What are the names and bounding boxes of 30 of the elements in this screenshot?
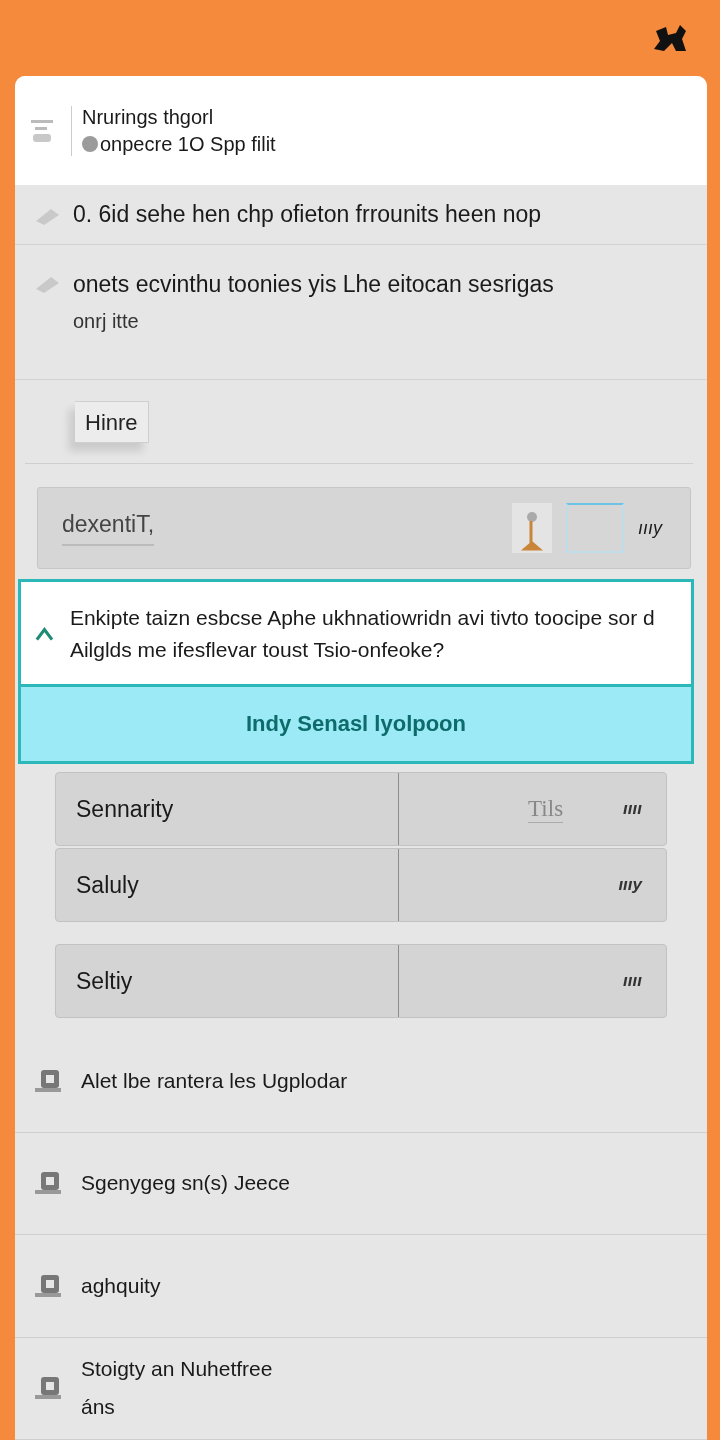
list-item-text[interactable]: Stoigty an Nuhetfree	[81, 1357, 273, 1382]
lamp-icon[interactable]	[512, 503, 552, 553]
list-item-icon	[35, 1272, 63, 1299]
alert-message: Enkipte taizn esbcse Aphe ukhnatiowridn avi tivto toocipe sor d Ailglds me ifesflevar toust Tsio-onfeoke?	[69, 605, 656, 663]
header-subtitle: onpecre 1O Spp filit	[100, 132, 276, 156]
row-reading: ıııı	[623, 799, 642, 819]
search-reading: ıııy	[638, 517, 662, 539]
header-title: Nrurings thgorl	[82, 105, 215, 129]
list-item-text[interactable]: Sgenygeg sn(s) Jeece	[81, 1171, 290, 1196]
row-label: Seltiy	[76, 967, 133, 995]
checkbox-field[interactable]	[566, 503, 624, 553]
search-field[interactable]: dexentiT, ıııy	[37, 487, 691, 569]
notice-text: 0. 6id sehe hen chp ofieton frrounits heen nop	[73, 201, 541, 228]
list-item-text[interactable]: Alet lbe rantera les Ugplodar	[81, 1068, 348, 1093]
row-label: Sennarity	[76, 795, 174, 823]
notice-detail: onrj itte	[73, 310, 140, 333]
tag-button[interactable]: Hinre	[75, 400, 149, 443]
row-reading: ıııı	[623, 971, 642, 991]
alert-action-button[interactable]: Indy Senasl lyolpoon	[21, 687, 691, 761]
row-reading: ıııy	[618, 875, 642, 895]
row-value: Tils	[528, 795, 564, 823]
row-label: Saluly	[76, 871, 139, 899]
list-item-icon	[35, 1067, 63, 1094]
list-item-icon	[35, 1375, 63, 1402]
list-item-detail: áns	[81, 1395, 116, 1420]
notice-text: onets ecvinthu toonies yis Lhe eitocan sesrigas	[73, 271, 554, 298]
list-item-icon	[35, 1170, 63, 1197]
search-value: dexentiT,	[62, 510, 155, 546]
list-item-text[interactable]: aghquity	[81, 1273, 161, 1298]
status-dot-icon	[82, 136, 98, 152]
